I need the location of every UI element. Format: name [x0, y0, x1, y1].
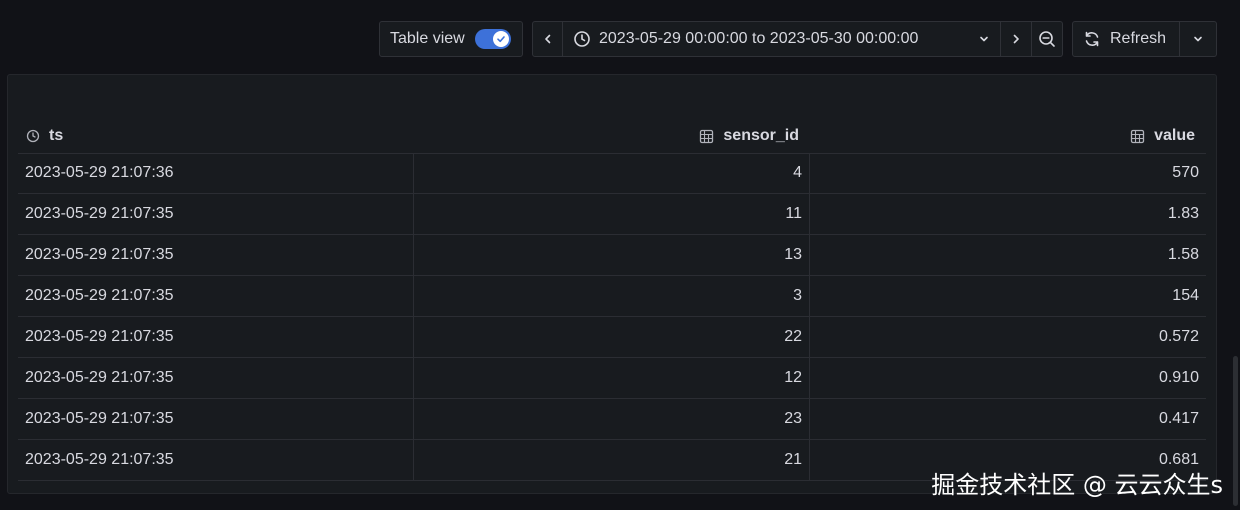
horizontal-scrollbar[interactable]	[492, 493, 714, 494]
watermark-text: 掘金技术社区 @ 云云众生s	[931, 471, 1223, 499]
column-header-label: sensor_id	[723, 127, 799, 144]
cell-sensor-id: 12	[414, 358, 810, 398]
cell-value: 0.417	[1158, 410, 1199, 427]
refresh-label: Refresh	[1110, 30, 1167, 47]
table-panel: ts sensor_id value 2023-05-29 21:07:36 4…	[7, 74, 1217, 494]
table-view-toggle[interactable]: Table view	[379, 21, 523, 57]
cell-ts: 2023-05-29 21:07:35	[18, 440, 414, 480]
cell-value: 154	[1172, 287, 1199, 304]
cell-ts: 2023-05-29 21:07:35	[18, 235, 414, 275]
check-icon	[492, 31, 509, 47]
cell-ts: 2023-05-29 21:07:35	[18, 399, 414, 439]
chevron-down-icon	[978, 33, 990, 45]
cell-ts: 2023-05-29 21:07:35	[18, 358, 414, 398]
cell-ts: 2023-05-29 21:07:36	[18, 153, 414, 193]
column-header-label: ts	[49, 127, 64, 144]
table-row: 2023-05-29 21:07:35 22 0.572	[18, 317, 1206, 358]
refresh-interval-dropdown[interactable]	[1180, 21, 1217, 57]
cell-ts: 2023-05-29 21:07:35	[18, 194, 414, 234]
cell-sensor-id: 23	[414, 399, 810, 439]
time-forward-button[interactable]	[1001, 21, 1032, 57]
table-row: 2023-05-29 21:07:35 23 0.417	[18, 399, 1206, 440]
column-header-sensor-id[interactable]: sensor_id	[414, 119, 810, 153]
vertical-scrollbar[interactable]	[1233, 356, 1238, 506]
cell-value: 1.58	[1167, 246, 1199, 263]
time-range-text: 2023-05-29 00:00:00 to 2023-05-30 00:00:…	[599, 30, 919, 47]
cell-value: 0.572	[1158, 328, 1199, 345]
table-header: ts sensor_id value	[18, 119, 1206, 154]
cell-sensor-id: 3	[414, 276, 810, 316]
cell-sensor-id: 22	[414, 317, 810, 357]
time-picker-group: 2023-05-29 00:00:00 to 2023-05-30 00:00:…	[532, 21, 1063, 57]
table-row: 2023-05-29 21:07:35 13 1.58	[18, 235, 1206, 276]
cell-ts: 2023-05-29 21:07:35	[18, 276, 414, 316]
time-back-button[interactable]	[532, 21, 563, 57]
table-row: 2023-05-29 21:07:35 3 154	[18, 276, 1206, 317]
cell-sensor-id: 21	[414, 440, 810, 480]
toggle-switch[interactable]	[474, 29, 511, 49]
clock-icon	[26, 129, 40, 143]
zoom-out-icon	[1038, 30, 1056, 48]
table-row: 2023-05-29 21:07:36 4 570	[18, 153, 1206, 194]
table-view-label: Table view	[390, 30, 465, 47]
cell-sensor-id: 11	[414, 194, 810, 234]
table-body: 2023-05-29 21:07:36 4 570 2023-05-29 21:…	[18, 153, 1206, 481]
table-row: 2023-05-29 21:07:35 12 0.910	[18, 358, 1206, 399]
panel-toolbar: Table view 2023-05-29 00:00:00 to 2023-0…	[379, 21, 1217, 57]
refresh-group: Refresh	[1063, 21, 1217, 57]
column-header-label: value	[1154, 127, 1195, 144]
chevron-right-icon	[1010, 33, 1022, 45]
refresh-icon	[1083, 30, 1101, 48]
cell-ts: 2023-05-29 21:07:35	[18, 317, 414, 357]
table-icon	[1130, 129, 1145, 144]
clock-icon	[573, 30, 591, 48]
column-header-ts[interactable]: ts	[18, 119, 414, 153]
dashboard-page: Table view 2023-05-29 00:00:00 to 2023-0…	[0, 0, 1240, 510]
chevron-left-icon	[542, 33, 554, 45]
column-header-value[interactable]: value	[810, 119, 1206, 153]
refresh-button[interactable]: Refresh	[1072, 21, 1180, 57]
table-icon	[699, 129, 714, 144]
cell-value: 0.910	[1158, 369, 1199, 386]
time-range-picker[interactable]: 2023-05-29 00:00:00 to 2023-05-30 00:00:…	[563, 21, 1001, 57]
cell-value: 1.83	[1167, 205, 1199, 222]
cell-sensor-id: 13	[414, 235, 810, 275]
table-row: 2023-05-29 21:07:35 11 1.83	[18, 194, 1206, 235]
cell-sensor-id: 4	[414, 153, 810, 193]
chevron-down-icon	[1192, 33, 1204, 45]
cell-value: 570	[1172, 164, 1199, 181]
zoom-out-button[interactable]	[1032, 21, 1063, 57]
